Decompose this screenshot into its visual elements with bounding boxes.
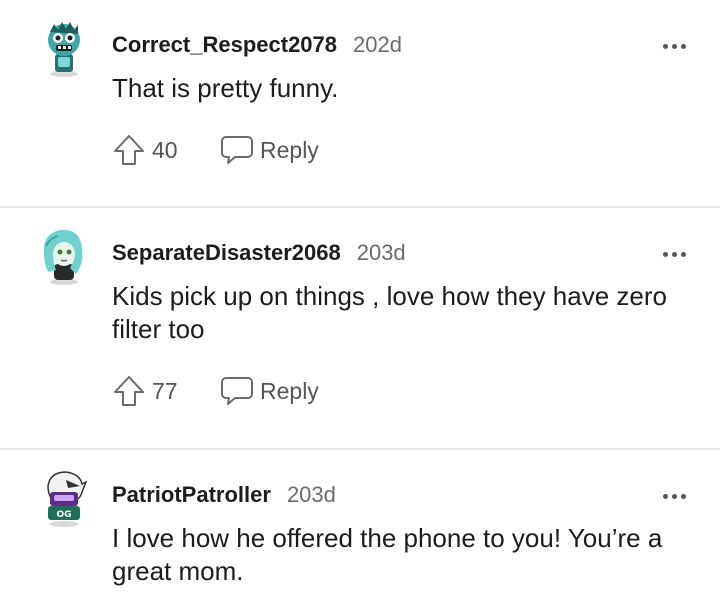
avatar[interactable]: OG: [36, 466, 92, 528]
more-options-icon[interactable]: [663, 252, 686, 257]
reply-button[interactable]: Reply: [220, 375, 319, 407]
timestamp: 202d: [353, 32, 402, 57]
comment-body: I love how he offered the phone to you! …: [112, 523, 663, 586]
speech-bubble-icon: [221, 377, 253, 405]
comment-header: SeparateDisaster2068 203d: [112, 240, 406, 266]
timestamp: 203d: [286, 482, 336, 507]
reply-label: Reply: [260, 136, 319, 163]
username[interactable]: Correct_Respect2078: [112, 32, 337, 58]
comment-actions: 77 Reply: [112, 374, 319, 408]
reply-button[interactable]: Reply: [220, 134, 319, 166]
og-badge-text: OG: [56, 510, 71, 520]
avatar[interactable]: [36, 224, 92, 286]
upvote-count: 40: [152, 136, 178, 163]
more-options-icon[interactable]: [663, 494, 686, 499]
comment: OG PatriotPatroller 203d I love how he o…: [0, 450, 720, 614]
upvote-arrow-icon: [114, 376, 144, 406]
username[interactable]: PatriotPatroller: [112, 482, 271, 508]
comment: SeparateDisaster2068 203d Kids pick up o…: [0, 208, 720, 448]
reply-label: Reply: [260, 377, 319, 404]
upvote-button[interactable]: 40: [112, 133, 200, 167]
comment-body: That is pretty funny.: [112, 73, 339, 103]
avatar[interactable]: [36, 16, 92, 78]
upvote-button[interactable]: 77: [112, 374, 200, 408]
comment-actions: 40 Reply: [112, 133, 319, 167]
username[interactable]: SeparateDisaster2068: [112, 240, 341, 266]
upvote-arrow-icon: [114, 135, 144, 165]
comment: Correct_Respect2078 202d That is pretty …: [0, 0, 720, 206]
eagle-helmet-avatar-icon: OG: [47, 471, 88, 527]
teal-robot-avatar-icon: [48, 22, 80, 77]
speech-bubble-icon: [221, 136, 253, 164]
comment-body: Kids pick up on things , love how they h…: [112, 281, 667, 344]
timestamp: 203d: [356, 240, 406, 265]
comment-header: Correct_Respect2078 202d: [112, 32, 402, 58]
upvote-count: 77: [152, 377, 178, 404]
comment-header: PatriotPatroller 203d: [112, 482, 336, 508]
aqua-haired-avatar-icon: [43, 229, 83, 285]
more-options-icon[interactable]: [663, 44, 686, 49]
